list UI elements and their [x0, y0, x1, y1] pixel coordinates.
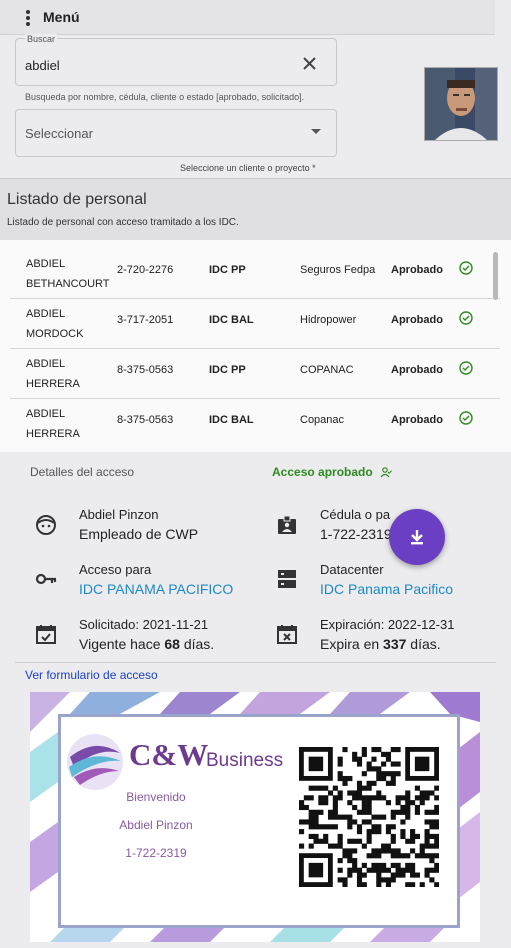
- expires-in: Expira en 337 días.: [320, 636, 441, 652]
- access-approved-label: Acceso aprobado: [272, 465, 373, 479]
- expiration-date: Expiración: 2022-12-31: [320, 617, 455, 632]
- requested-date: Solicitado: 2021-11-21: [79, 617, 209, 632]
- table-row[interactable]: ABDIEL HERRERA 8-375-0563 IDC BAL Copanac…: [10, 398, 500, 448]
- row-status: Aprobado: [391, 314, 443, 326]
- valid-since: Vigente hace 68 días.: [79, 636, 215, 652]
- row-name: ABDIEL MORDOCK: [26, 308, 84, 340]
- card-name: Abdiel Pinzon: [119, 818, 193, 832]
- row-cedula: 8-375-0563: [117, 414, 174, 426]
- list-title: Listado de personal: [7, 191, 147, 208]
- row-client: Seguros Fedpa: [300, 264, 376, 276]
- select-hint: Seleccione un cliente o proyecto *: [180, 163, 316, 173]
- row-status: Aprobado: [391, 364, 443, 376]
- datacenter-value[interactable]: IDC Panama Pacifico: [320, 581, 453, 597]
- table-row[interactable]: ABDIEL HERRERA 8-375-0563 IDC PP COPANAC …: [10, 348, 500, 399]
- search-label: Buscar: [25, 34, 58, 44]
- person-role: Empleado de CWP: [79, 526, 199, 542]
- table-row[interactable]: ABDIEL MORDOCK 3-717-2051 IDC BAL Hidropo…: [10, 298, 500, 349]
- server-icon: [278, 570, 296, 588]
- brand-sub: Business: [206, 750, 284, 771]
- list-header: [0, 178, 511, 241]
- row-idc: IDC BAL: [209, 414, 254, 426]
- check-circle-icon: [459, 361, 473, 375]
- row-cedula: 8-375-0563: [117, 364, 174, 376]
- close-icon[interactable]: [302, 56, 317, 71]
- access-card: C&W Business Bienvenido Abdiel Pinzon 1-…: [30, 692, 480, 942]
- search-value[interactable]: abdiel: [25, 58, 60, 73]
- divider: [15, 662, 496, 663]
- row-status: Aprobado: [391, 414, 443, 426]
- search-input[interactable]: [15, 38, 337, 86]
- cedula-value: 1-722-2319: [320, 526, 390, 542]
- row-idc: IDC BAL: [209, 314, 254, 326]
- personnel-list[interactable]: ABDIEL BETHANCOURT 2-720-2276 IDC PP Segu…: [10, 248, 500, 448]
- more-vert-icon[interactable]: [20, 9, 36, 27]
- row-client: COPANAC: [300, 364, 354, 376]
- access-label: Acceso para: [79, 562, 152, 577]
- check-circle-icon: [459, 311, 473, 325]
- row-name: ABDIEL BETHANCOURT: [26, 258, 110, 290]
- check-circle-icon: [459, 411, 473, 425]
- brand-main: C&W: [129, 737, 209, 772]
- access-value[interactable]: IDC PANAMA PACIFICO: [79, 581, 233, 597]
- list-scrollbar[interactable]: [493, 252, 498, 300]
- id-badge-icon: [278, 515, 296, 534]
- select-value[interactable]: Seleccionar: [25, 126, 93, 141]
- row-idc: IDC PP: [209, 264, 246, 276]
- cedula-label: Cédula o pasaporte: [320, 507, 390, 522]
- dropdown-arrow-icon[interactable]: [311, 129, 321, 134]
- row-cedula: 2-720-2276: [117, 264, 174, 276]
- row-name: ABDIEL HERRERA: [26, 408, 80, 440]
- person-name: Abdiel Pinzon: [79, 507, 159, 522]
- search-hint: Busqueda por nombre, cédula, cliente o e…: [25, 92, 305, 102]
- person-check-icon: [380, 467, 392, 478]
- menu-title[interactable]: Menú: [43, 9, 80, 25]
- cw-logo-icon: [67, 734, 123, 790]
- card-inner: C&W Business Bienvenido Abdiel Pinzon 1-…: [58, 714, 460, 928]
- row-cedula: 3-717-2051: [117, 314, 174, 326]
- check-circle-icon: [459, 261, 473, 275]
- calendar-remove-icon: [277, 625, 297, 644]
- user-photo: [424, 67, 498, 141]
- datacenter-label: Datacenter: [320, 562, 384, 577]
- row-name: ABDIEL HERRERA: [26, 358, 80, 390]
- card-welcome: Bienvenido: [126, 790, 186, 804]
- row-client: Copanac: [300, 414, 345, 426]
- list-subtitle: Listado de personal con acceso tramitado…: [7, 217, 239, 228]
- qr-code: [299, 747, 439, 887]
- details-title: Detalles del acceso: [30, 465, 135, 479]
- row-status: Aprobado: [391, 264, 443, 276]
- row-client: Hidropower: [300, 314, 357, 326]
- download-button[interactable]: [389, 509, 445, 565]
- row-idc: IDC PP: [209, 364, 246, 376]
- top-bar: Menú: [0, 0, 495, 35]
- table-row[interactable]: ABDIEL BETHANCOURT 2-720-2276 IDC PP Segu…: [10, 248, 500, 299]
- calendar-check-icon: [36, 625, 56, 644]
- face-icon: [36, 515, 56, 535]
- key-icon: [35, 573, 57, 585]
- card-id: 1-722-2319: [125, 846, 187, 860]
- access-form-link[interactable]: Ver formulario de acceso: [25, 668, 158, 682]
- download-icon: [411, 530, 423, 545]
